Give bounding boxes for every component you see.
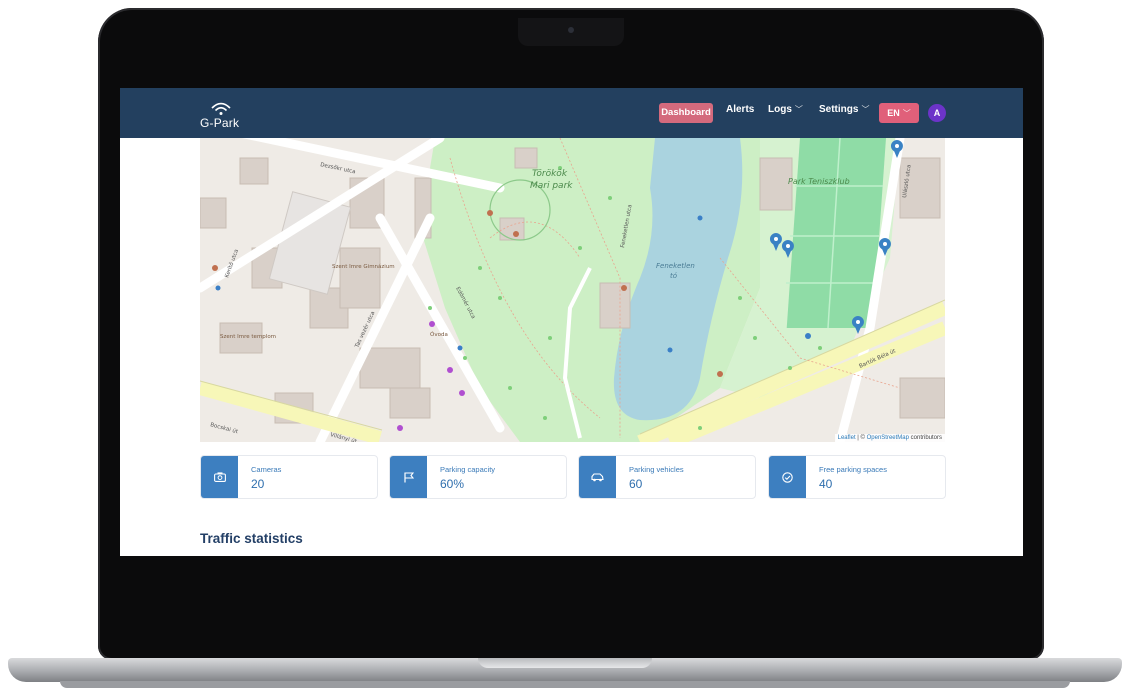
stat-label: Parking vehicles (629, 465, 684, 474)
leaflet-link[interactable]: Leaflet (838, 435, 856, 441)
laptop-base-bottom (60, 681, 1070, 688)
stat-card-free-spaces: Free parking spaces 40 (768, 455, 946, 499)
stat-card-parking-capacity: Parking capacity 60% (389, 455, 567, 499)
stat-label: Cameras (251, 465, 282, 474)
map-attribution: Leaflet | © OpenStreetMap contributors (834, 434, 945, 442)
map-label-poi: Szent Imre Gimnázium (332, 263, 395, 270)
stat-label: Parking capacity (440, 465, 496, 474)
map-label-tennis: Park Teniszklub (788, 177, 850, 186)
map-tiles: Törökök Mari park Park Teniszklub Feneke… (200, 138, 945, 442)
top-navbar: G-Park Dashboard Alerts Logs ﹀ Settings ﹀ … (120, 88, 1023, 138)
chevron-down-icon: ﹀ (902, 109, 911, 118)
laptop-base-lip (478, 658, 652, 668)
nav-settings[interactable]: Settings ﹀ (819, 104, 869, 115)
nav-logs-label: Logs (768, 104, 792, 115)
parking-map[interactable]: Törökök Mari park Park Teniszklub Feneke… (200, 138, 945, 442)
stat-card-parking-vehicles: Parking vehicles 60 (578, 455, 756, 499)
chevron-down-icon: ﹀ (861, 105, 870, 114)
stat-value: 60% (440, 477, 465, 491)
stat-value: 60 (629, 477, 643, 491)
map-label-park: Törökök (532, 169, 568, 179)
attribution-suffix: contributors (908, 435, 942, 441)
nav-alerts[interactable]: Alerts (726, 104, 754, 115)
map-label-lake: Feneketlen (656, 262, 695, 270)
language-select[interactable]: EN ﹀ (879, 103, 919, 123)
camera-icon (201, 456, 238, 498)
map-label-poi: Óvoda (430, 331, 448, 338)
stat-value: 40 (819, 477, 833, 491)
map-label-lake-suffix: tó (670, 272, 678, 280)
nav-logs[interactable]: Logs ﹀ (768, 104, 803, 115)
attribution-separator: | © (855, 435, 867, 441)
traffic-statistics-heading: Traffic statistics (200, 531, 303, 546)
nav-settings-label: Settings (819, 104, 859, 115)
nav-dashboard[interactable]: Dashboard (659, 103, 713, 123)
map-label-poi: Szent Imre templom (220, 334, 276, 340)
user-avatar[interactable]: A (928, 104, 946, 122)
chevron-down-icon: ﹀ (794, 105, 803, 114)
stat-label: Free parking spaces (819, 465, 887, 474)
flag-icon (390, 456, 427, 498)
check-circle-icon (769, 456, 806, 498)
wifi-logo-icon (211, 102, 231, 115)
map-label-park2: Mari park (530, 181, 573, 191)
g-park-logo[interactable]: G-Park (200, 100, 244, 130)
car-icon (579, 456, 616, 498)
stat-value: 20 (251, 477, 265, 491)
webcam-icon (568, 27, 574, 33)
logo-text: G-Park (200, 116, 240, 130)
language-value: EN (887, 108, 900, 118)
app-screen: G-Park Dashboard Alerts Logs ﹀ Settings ﹀ … (120, 88, 1023, 556)
openstreetmap-link[interactable]: OpenStreetMap (867, 435, 909, 441)
stat-card-cameras: Cameras 20 (200, 455, 378, 499)
